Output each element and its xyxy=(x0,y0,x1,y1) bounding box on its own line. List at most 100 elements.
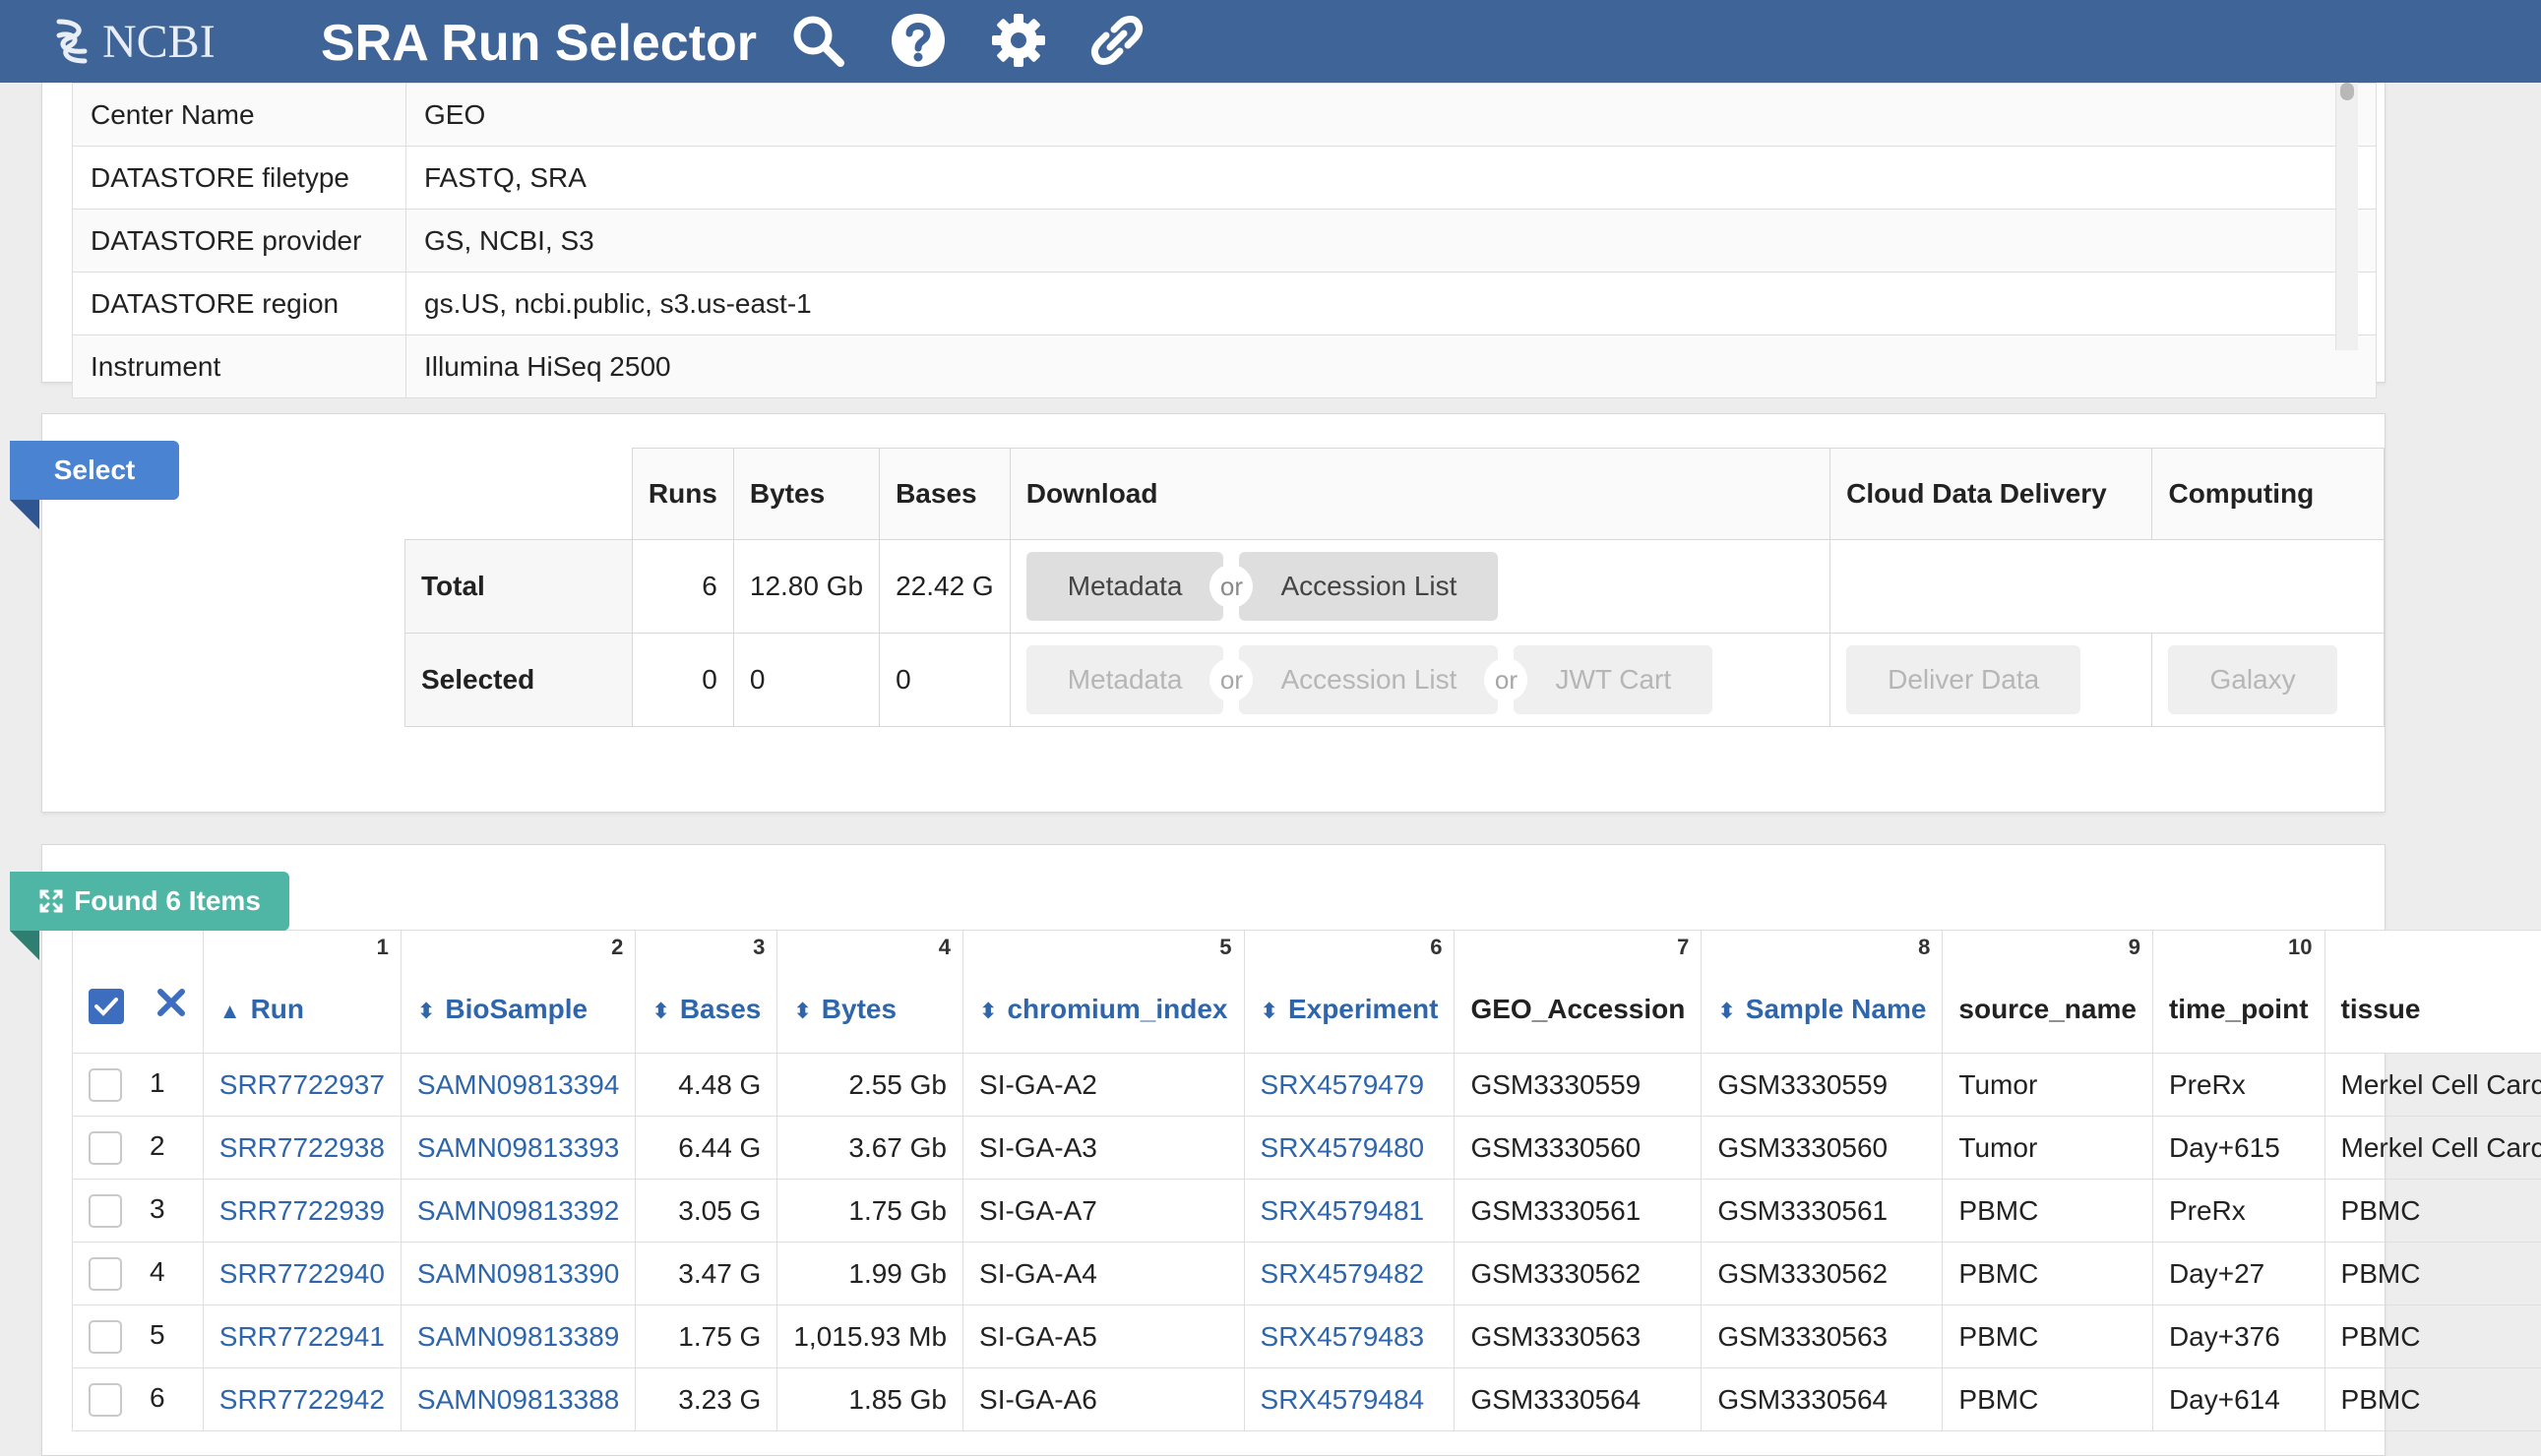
chromium-index-cell: SI-GA-A5 xyxy=(963,1305,1245,1368)
row-index: 6 xyxy=(150,1382,165,1413)
metadata-scroll-thumb[interactable] xyxy=(2340,83,2354,100)
col-time-point[interactable]: 10time_point xyxy=(2152,931,2324,1054)
col-chromium-index[interactable]: 5⬍chromium_index xyxy=(963,931,1245,1054)
selected-metadata-button[interactable]: Metadata xyxy=(1026,645,1224,714)
col-run[interactable]: 1▲Run xyxy=(203,931,401,1054)
bases-cell: 1.75 G xyxy=(636,1305,777,1368)
selected-accession-list-button[interactable]: Accession List xyxy=(1239,645,1498,714)
row-checkbox[interactable] xyxy=(89,1194,122,1228)
biosample-link[interactable]: SAMN09813389 xyxy=(417,1321,619,1352)
experiment-link[interactable]: SRX4579481 xyxy=(1261,1195,1425,1226)
experiment-cell: SRX4579480 xyxy=(1244,1117,1455,1180)
row-checkbox[interactable] xyxy=(89,1131,122,1165)
bytes-cell: 1.85 Gb xyxy=(777,1368,963,1431)
table-row[interactable]: 1SRR7722937SAMN098133944.48 G2.55 GbSI-G… xyxy=(73,1054,2541,1117)
selected-download-cell: Metadata or Accession List or JWT Cart xyxy=(1010,634,1829,727)
metadata-key: Instrument xyxy=(73,335,406,398)
col-bases[interactable]: 3⬍Bases xyxy=(636,931,777,1054)
settings-icon[interactable] xyxy=(988,10,1049,71)
experiment-link[interactable]: SRX4579479 xyxy=(1261,1069,1425,1100)
total-metadata-button[interactable]: Metadata xyxy=(1026,552,1224,621)
run-link[interactable]: SRR7722942 xyxy=(219,1384,385,1415)
run-cell: SRR7722939 xyxy=(203,1180,401,1243)
bytes-cell: 2.55 Gb xyxy=(777,1054,963,1117)
experiment-link[interactable]: SRX4579480 xyxy=(1261,1132,1425,1163)
run-link[interactable]: SRR7722939 xyxy=(219,1195,385,1226)
col-number: 10 xyxy=(2288,935,2312,960)
experiment-link[interactable]: SRX4579483 xyxy=(1261,1321,1425,1352)
experiment-cell: SRX4579482 xyxy=(1244,1243,1455,1305)
row-checkbox[interactable] xyxy=(89,1068,122,1102)
sort-icon: ⬍ xyxy=(1717,999,1735,1023)
biosample-link[interactable]: SAMN09813394 xyxy=(417,1069,619,1100)
link-icon[interactable] xyxy=(1086,10,1147,71)
col-biosample[interactable]: 2⬍BioSample xyxy=(401,931,635,1054)
source-name-cell: PBMC xyxy=(1943,1305,2153,1368)
metadata-value: GEO xyxy=(406,84,2377,147)
total-download-buttons: Metadata or Accession List xyxy=(1026,552,1814,621)
deliver-data-button[interactable]: Deliver Data xyxy=(1846,645,2080,714)
col-number: 4 xyxy=(939,935,951,960)
biosample-cell: SAMN09813390 xyxy=(401,1243,635,1305)
found-items-ribbon[interactable]: Found 6 Items xyxy=(10,872,289,931)
bytes-cell: 1,015.93 Mb xyxy=(777,1305,963,1368)
ncbi-logo[interactable]: NCBI xyxy=(51,12,216,71)
time-point-cell: Day+615 xyxy=(2152,1117,2324,1180)
clear-selection-icon[interactable] xyxy=(155,987,187,1025)
total-accession-list-button[interactable]: Accession List xyxy=(1239,552,1498,621)
col-label: Run xyxy=(251,994,304,1024)
total-cloud-cell xyxy=(1830,540,2385,634)
runs-table-body: 1SRR7722937SAMN098133944.48 G2.55 GbSI-G… xyxy=(73,1054,2541,1431)
experiment-link[interactable]: SRX4579482 xyxy=(1261,1258,1425,1289)
col-geo-accession[interactable]: 7GEO_Accession xyxy=(1455,931,1702,1054)
help-icon[interactable] xyxy=(888,10,949,71)
total-runs: 6 xyxy=(632,540,733,634)
bytes-header: Bytes xyxy=(733,449,879,540)
sort-asc-icon: ▲ xyxy=(219,999,241,1023)
biosample-link[interactable]: SAMN09813392 xyxy=(417,1195,619,1226)
metadata-row: Instrument Illumina HiSeq 2500 xyxy=(73,335,2377,398)
galaxy-button[interactable]: Galaxy xyxy=(2168,645,2336,714)
row-checkbox[interactable] xyxy=(89,1257,122,1291)
biosample-link[interactable]: SAMN09813388 xyxy=(417,1384,619,1415)
select-ribbon[interactable]: Select xyxy=(10,441,179,500)
select-all-checkbox[interactable] xyxy=(89,989,124,1024)
metadata-scrollbar[interactable] xyxy=(2335,83,2358,350)
total-bases: 22.42 G xyxy=(880,540,1011,634)
geo-accession-cell: GSM3330560 xyxy=(1455,1117,1702,1180)
table-row[interactable]: 6SRR7722942SAMN098133883.23 G1.85 GbSI-G… xyxy=(73,1368,2541,1431)
row-index: 3 xyxy=(150,1193,165,1224)
sample-name-cell: GSM3330564 xyxy=(1702,1368,1943,1431)
total-bytes: 12.80 Gb xyxy=(733,540,879,634)
time-point-cell: PreRx xyxy=(2152,1180,2324,1243)
select-all-header xyxy=(73,931,204,1054)
table-row[interactable]: 2SRR7722938SAMN098133936.44 G3.67 GbSI-G… xyxy=(73,1117,2541,1180)
run-link[interactable]: SRR7722941 xyxy=(219,1321,385,1352)
run-link[interactable]: SRR7722937 xyxy=(219,1069,385,1100)
col-bytes[interactable]: 4⬍Bytes xyxy=(777,931,963,1054)
row-checkbox[interactable] xyxy=(89,1320,122,1354)
row-select-cell: 4 xyxy=(73,1243,204,1305)
chromium-index-cell: SI-GA-A2 xyxy=(963,1054,1245,1117)
table-row[interactable]: 4SRR7722940SAMN098133903.47 G1.99 GbSI-G… xyxy=(73,1243,2541,1305)
source-name-cell: PBMC xyxy=(1943,1368,2153,1431)
search-icon[interactable] xyxy=(787,10,848,71)
table-row[interactable]: 5SRR7722941SAMN098133891.75 G1,015.93 Mb… xyxy=(73,1305,2541,1368)
biosample-cell: SAMN09813388 xyxy=(401,1368,635,1431)
experiment-link[interactable]: SRX4579484 xyxy=(1261,1384,1425,1415)
computing-cell: Galaxy xyxy=(2152,634,2385,727)
biosample-link[interactable]: SAMN09813390 xyxy=(417,1258,619,1289)
table-row[interactable]: 3SRR7722939SAMN098133923.05 G1.75 GbSI-G… xyxy=(73,1180,2541,1243)
col-tissue[interactable]: tissue xyxy=(2324,931,2541,1054)
run-link[interactable]: SRR7722938 xyxy=(219,1132,385,1163)
sort-icon: ⬍ xyxy=(651,999,669,1023)
row-checkbox[interactable] xyxy=(89,1383,122,1417)
col-source-name[interactable]: 9source_name xyxy=(1943,931,2153,1054)
col-number: 5 xyxy=(1219,935,1231,960)
biosample-link[interactable]: SAMN09813393 xyxy=(417,1132,619,1163)
col-experiment[interactable]: 6⬍Experiment xyxy=(1244,931,1455,1054)
run-link[interactable]: SRR7722940 xyxy=(219,1258,385,1289)
col-sample-name[interactable]: 8⬍Sample Name xyxy=(1702,931,1943,1054)
tissue-cell: Merkel Cell Carc xyxy=(2324,1117,2541,1180)
jwt-cart-button[interactable]: JWT Cart xyxy=(1514,645,1712,714)
